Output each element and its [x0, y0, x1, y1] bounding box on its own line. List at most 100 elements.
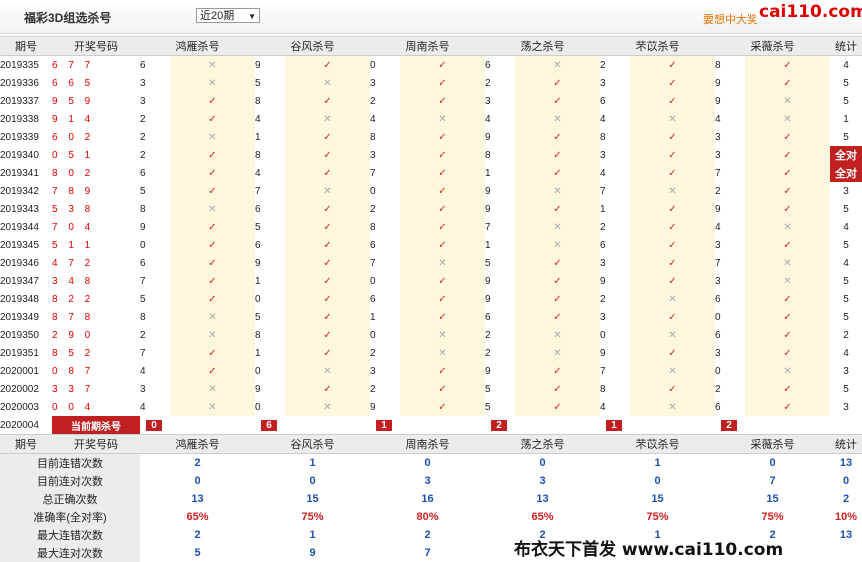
stats-value: 13: [536, 493, 549, 505]
header-period: 期号: [0, 434, 52, 454]
check-icon: ✓: [400, 218, 485, 236]
cross-icon: ✕: [745, 110, 830, 128]
watermark: 布衣天下首发 www.cai110.com: [514, 539, 862, 562]
check-icon: ✓: [170, 164, 255, 182]
check-icon: ✓: [170, 362, 255, 380]
row-period: 2019348: [0, 293, 39, 305]
row-period: 2019340: [0, 149, 39, 161]
kill-value: 2: [600, 293, 606, 305]
cross-icon: ✕: [515, 344, 600, 362]
check-icon: ✓: [630, 92, 715, 110]
kill-value: 6: [600, 95, 606, 107]
row-count: 5: [843, 77, 849, 89]
kill-value: 8: [600, 383, 606, 395]
stats-count: 0: [842, 475, 850, 487]
row-period: 2019349: [0, 311, 39, 323]
row-numbers: 7 8 9: [52, 185, 95, 197]
kill-value: 4: [600, 401, 606, 413]
current-kill: 1: [370, 416, 485, 435]
row-count: 5: [843, 275, 849, 287]
check-icon: ✓: [170, 182, 255, 200]
row-numbers: 8 0 2: [52, 167, 95, 179]
cross-icon: ✕: [170, 308, 255, 326]
kill-value: 9: [715, 95, 721, 107]
row-count: 5: [843, 203, 849, 215]
check-icon: ✓: [745, 128, 830, 146]
table-row: 2019342 7 8 9 5 ✓ 7 ✕ 0 ✓ 9 ✕ 7 ✕ 2 ✓ 3: [0, 182, 862, 200]
kill-value: 2: [485, 77, 491, 89]
cross-icon: ✕: [400, 326, 485, 344]
check-icon: ✓: [515, 380, 600, 398]
kill-value: 0: [370, 329, 376, 341]
check-icon: ✓: [400, 164, 485, 182]
kill-value: 8: [255, 329, 261, 341]
check-icon: ✓: [630, 128, 715, 146]
cross-icon: ✕: [285, 362, 370, 380]
row-count: 全对: [830, 164, 862, 182]
cross-icon: ✕: [630, 398, 715, 416]
cross-icon: ✕: [745, 92, 830, 110]
table-row: 2020003 0 0 4 4 ✕ 0 ✕ 9 ✓ 5 ✓ 4 ✕ 6 ✓ 3: [0, 398, 862, 416]
stats-value: 2: [424, 529, 431, 541]
row-period: 2019344: [0, 221, 39, 233]
promo-link[interactable]: 要想中大奖: [703, 11, 758, 27]
kill-value: 3: [600, 257, 606, 269]
kill-value: 8: [255, 149, 261, 161]
check-icon: ✓: [400, 308, 485, 326]
cross-icon: ✕: [745, 362, 830, 380]
cross-icon: ✕: [745, 272, 830, 290]
check-icon: ✓: [515, 146, 600, 164]
kill-value: 7: [140, 347, 146, 359]
table-row: 2019337 9 5 9 3 ✓ 8 ✓ 2 ✓ 3 ✓ 6 ✓ 9 ✕ 5: [0, 92, 862, 110]
check-icon: ✓: [285, 308, 370, 326]
stats-row: 总正确次数 13 15 16 13 15 15 2: [0, 490, 862, 508]
row-period: 2019341: [0, 167, 39, 179]
kill-value: 9: [255, 59, 261, 71]
stats-value: 0: [194, 475, 201, 487]
stats-value: 15: [766, 493, 779, 505]
stats-value: 2: [194, 457, 201, 469]
kill-value: 9: [255, 383, 261, 395]
stats-value: 5: [194, 547, 201, 559]
table-row: 2019345 5 1 1 0 ✓ 6 ✓ 6 ✓ 1 ✕ 6 ✓ 3 ✓ 5: [0, 236, 862, 254]
kill-value: 4: [255, 113, 261, 125]
kill-value: 9: [715, 203, 721, 215]
kill-value: 6: [140, 59, 146, 71]
kill-value: 7: [255, 185, 261, 197]
kill-value: 6: [255, 203, 261, 215]
kill-value: 3: [600, 311, 606, 323]
cross-icon: ✕: [170, 55, 255, 74]
header-numbers: 开奖号码: [52, 36, 140, 56]
check-icon: ✓: [170, 290, 255, 308]
kill-value: 3: [715, 347, 721, 359]
check-icon: ✓: [170, 272, 255, 290]
current-count: [830, 416, 862, 435]
row-numbers: 5 1 1: [52, 239, 95, 251]
header-expert: 采薇杀号: [715, 36, 830, 56]
site-logo: cai110.com: [756, 2, 862, 22]
check-icon: ✓: [170, 236, 255, 254]
check-icon: ✓: [515, 164, 600, 182]
check-icon: ✓: [285, 254, 370, 272]
check-icon: ✓: [170, 344, 255, 362]
kill-value: 2: [600, 59, 606, 71]
check-icon: ✓: [630, 254, 715, 272]
row-numbers: 6 7 7: [52, 59, 95, 71]
kill-value: 7: [600, 185, 606, 197]
period-range-select[interactable]: 近20期 ▼: [196, 8, 260, 23]
check-icon: ✓: [745, 164, 830, 182]
check-icon: ✓: [630, 55, 715, 74]
kill-value: 5: [485, 257, 491, 269]
check-icon: ✓: [400, 128, 485, 146]
row-count: 4: [843, 257, 849, 269]
cross-icon: ✕: [285, 74, 370, 92]
row-count: 3: [843, 365, 849, 377]
kill-value: 2: [370, 95, 376, 107]
row-period: 2019336: [0, 77, 39, 89]
table-row: 2019338 9 1 4 2 ✓ 4 ✕ 4 ✕ 4 ✕ 4 ✕ 4 ✕ 1: [0, 110, 862, 128]
check-icon: ✓: [285, 344, 370, 362]
check-icon: ✓: [400, 200, 485, 218]
row-period: 2020001: [0, 365, 39, 377]
kill-value: 8: [600, 131, 606, 143]
kill-value: 3: [600, 77, 606, 89]
